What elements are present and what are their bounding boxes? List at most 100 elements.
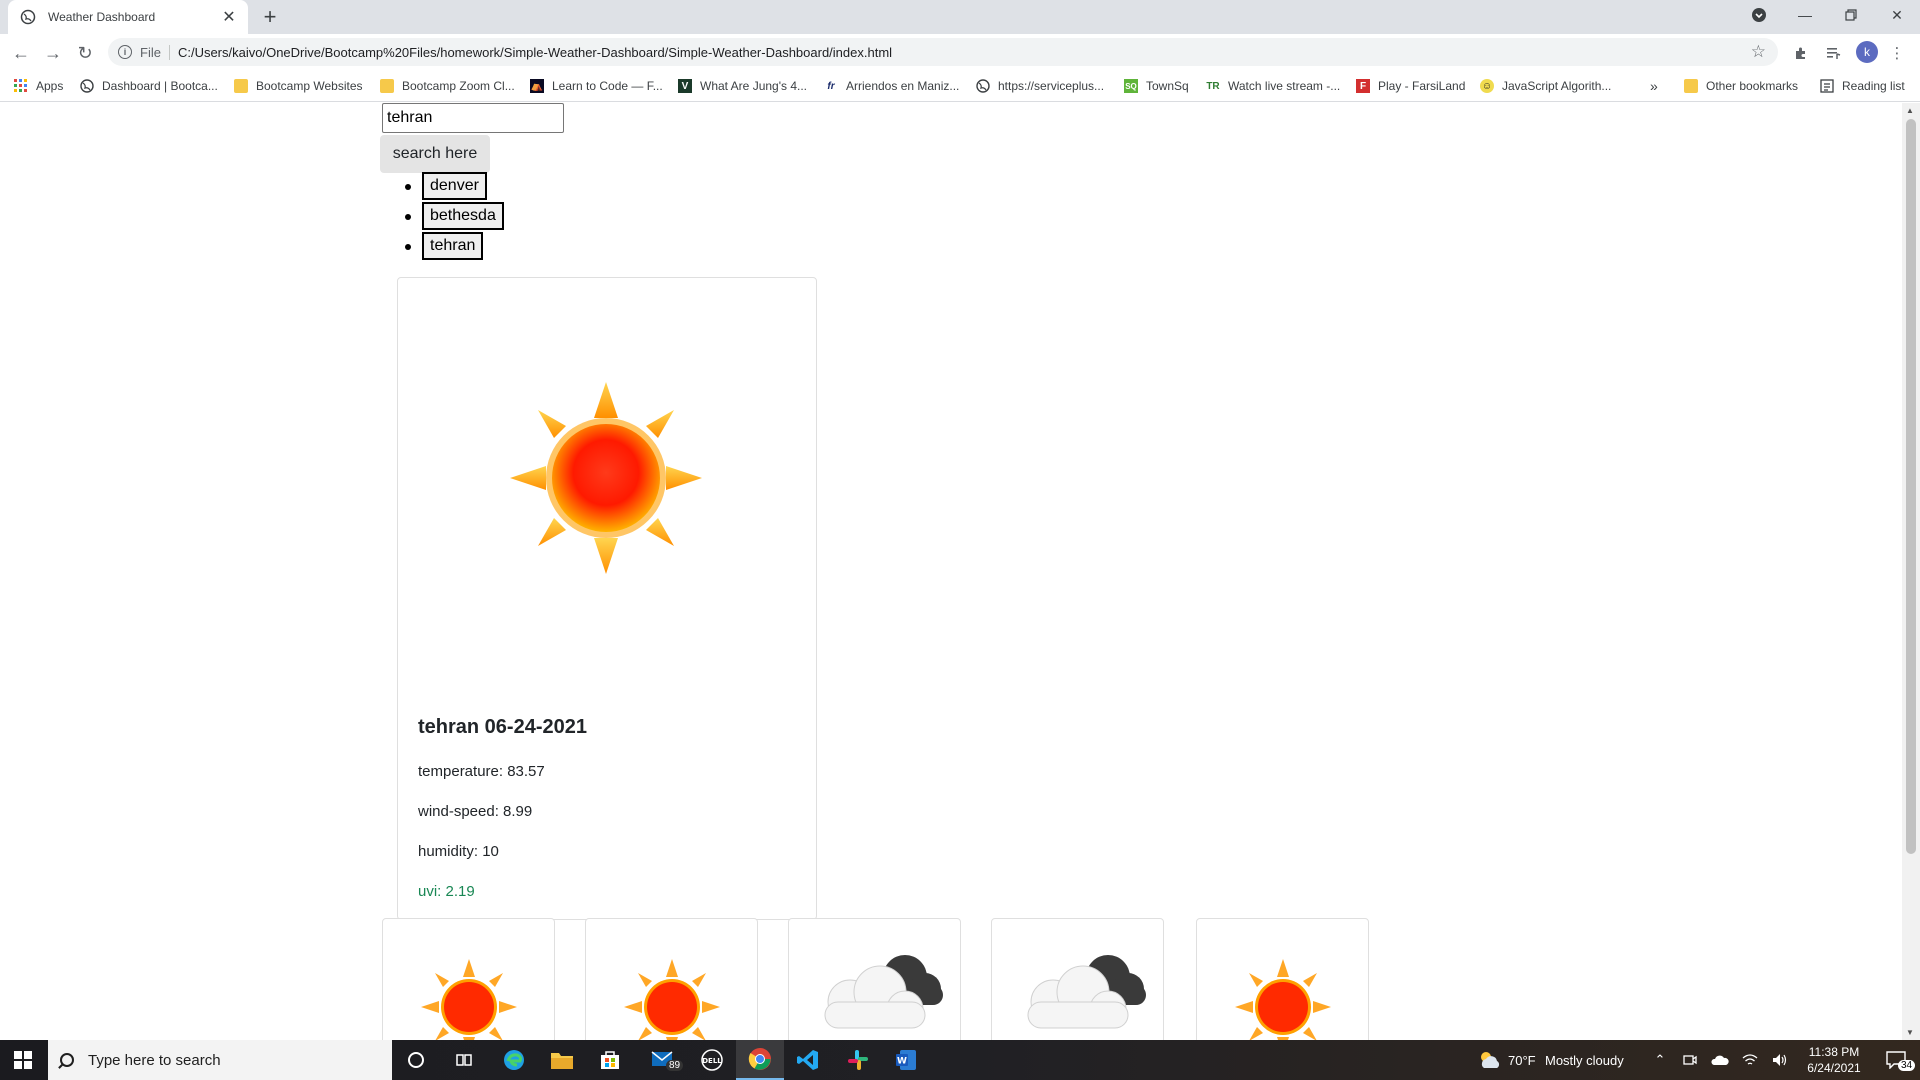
dell-icon[interactable]: DELL [688,1040,736,1080]
restore-icon[interactable] [1828,0,1874,30]
city-search-input[interactable] [382,103,564,133]
windows-taskbar: Type here to search 89 DELL W 70°F Mostl… [0,1040,1920,1080]
windows-start-icon[interactable] [0,1040,46,1080]
reading-list-label: Reading list [1842,79,1905,93]
sun-icon [510,382,702,574]
info-icon[interactable]: i [118,45,132,59]
wifi-icon[interactable] [1738,1040,1762,1080]
bookmarks-overflow-button[interactable]: » [1650,78,1658,94]
bookmark-apps[interactable]: Apps [14,78,63,94]
close-window-icon[interactable]: ✕ [1874,0,1920,30]
profile-avatar[interactable]: k [1856,41,1878,63]
meet-now-icon[interactable] [1678,1040,1702,1080]
site-icon: V [678,79,692,93]
bookmark-label: JavaScript Algorith... [1502,79,1612,93]
bookmark-javascript[interactable]: ☺ JavaScript Algorith... [1480,78,1611,94]
sun-icon [1235,959,1331,1040]
bookmark-label: Dashboard | Bootca... [102,79,218,93]
close-tab-icon[interactable]: ✕ [220,7,238,27]
address-bar[interactable]: i File C:/Users/kaivo/OneDrive/Bootcamp%… [108,38,1778,66]
fr-icon: fr [827,80,835,92]
apps-grid-icon [14,79,28,93]
globe-icon [80,79,94,93]
onedrive-icon[interactable] [1708,1040,1732,1080]
bookmark-arriendos[interactable]: fr Arriendos en Maniz... [824,78,959,94]
current-wind-speed: wind-speed: 8.99 [418,803,533,820]
farsiland-icon: F [1356,79,1370,93]
store-icon[interactable] [586,1040,634,1080]
clock-time: 11:38 PM [1808,1045,1860,1059]
word-icon[interactable]: W [882,1040,930,1080]
bookmark-bootcamp-websites[interactable]: Bootcamp Websites [234,78,363,94]
mail-icon[interactable]: 89 [640,1040,688,1080]
cortana-icon[interactable] [392,1040,440,1080]
forward-icon[interactable]: → [40,40,66,66]
slack-icon[interactable] [834,1040,882,1080]
volume-icon[interactable] [1768,1040,1792,1080]
forecast-card [585,918,758,1040]
bookmark-townsq[interactable]: SQ TownSq [1124,78,1189,94]
weather-temp[interactable]: 70°F [1508,1040,1536,1080]
extensions-icon[interactable] [1790,42,1812,64]
bookmark-jung[interactable]: V What Are Jung's 4... [678,78,807,94]
bookmark-star-icon[interactable]: ☆ [1751,42,1766,62]
folder-icon [1684,79,1698,93]
bookmark-label: Apps [36,79,64,93]
notification-center-icon[interactable]: 34 [1878,1040,1916,1080]
chevron-up-icon[interactable]: ⌃ [1650,1040,1670,1080]
cloud-icon [1027,955,1146,1029]
bookmark-label: https://serviceplus... [998,79,1105,93]
scroll-up-icon[interactable]: ▲ [1906,106,1914,115]
chrome-icon[interactable] [736,1040,784,1080]
history-button-bethesda[interactable]: bethesda [422,202,504,230]
search-button[interactable]: search here [380,135,490,173]
js-icon: ☺ [1480,79,1494,93]
weather-cloud-icon[interactable] [1476,1040,1504,1080]
history-button-denver[interactable]: denver [422,172,487,200]
history-item: bethesda [400,201,504,231]
minimize-icon[interactable]: — [1782,0,1828,30]
forecast-card [382,918,555,1040]
bookmark-dashboard[interactable]: Dashboard | Bootca... [80,78,218,94]
scrollbar-thumb[interactable] [1906,119,1916,854]
bookmark-label: Arriendos en Maniz... [846,79,960,93]
cloud-icon [824,955,943,1029]
browser-tab[interactable]: Weather Dashboard ✕ [8,0,248,34]
weather-condition[interactable]: Mostly cloudy [1545,1040,1624,1080]
other-bookmarks[interactable]: Other bookmarks [1684,78,1798,94]
taskbar-search-box[interactable]: Type here to search [48,1040,392,1080]
back-icon[interactable]: ← [8,40,34,66]
address-url[interactable]: C:/Users/kaivo/OneDrive/Bootcamp%20Files… [178,45,892,60]
bookmark-label: TownSq [1146,79,1189,93]
reading-list[interactable]: Reading list [1820,78,1905,94]
kebab-menu-icon[interactable]: ⋮ [1886,42,1908,64]
forecast-card [788,918,961,1040]
tr-icon: TR [1206,80,1220,92]
bookmark-serviceplus[interactable]: https://serviceplus... [976,78,1104,94]
sun-icon [421,959,517,1040]
svg-text:W: W [897,1057,907,1067]
tab-search-icon[interactable] [1736,0,1782,30]
media-queue-icon[interactable] [1822,42,1844,64]
forecast-card [1196,918,1369,1040]
current-city-date: tehran 06-24-2021 [418,716,587,738]
scroll-down-icon[interactable]: ▼ [1906,1028,1914,1037]
edge-icon[interactable] [490,1040,538,1080]
bookmark-label: Play - FarsiLand [1378,79,1466,93]
browser-toolbar: ← → ↻ i File C:/Users/kaivo/OneDrive/Boo… [0,34,1920,70]
new-tab-button[interactable]: + [258,4,282,30]
reload-icon[interactable]: ↻ [72,40,98,66]
sun-icon [624,959,720,1040]
vscode-icon[interactable] [784,1040,832,1080]
page-viewport: search here denver bethesda tehran [0,103,1902,1040]
task-view-icon[interactable] [440,1040,488,1080]
bookmark-watch-live[interactable]: TR Watch live stream -... [1206,78,1340,94]
bookmark-bootcamp-zoom[interactable]: Bootcamp Zoom Cl... [380,78,515,94]
file-explorer-icon[interactable] [538,1040,586,1080]
bookmark-learn-to-code[interactable]: ⛺ Learn to Code — F... [530,78,663,94]
svg-text:DELL: DELL [702,1057,722,1065]
taskbar-clock[interactable]: 11:38 PM 6/24/2021 [1794,1044,1874,1076]
page-scrollbar[interactable]: ▲ ▼ [1902,103,1920,1040]
history-button-tehran[interactable]: tehran [422,232,484,260]
bookmark-farsiland[interactable]: F Play - FarsiLand [1356,78,1465,94]
